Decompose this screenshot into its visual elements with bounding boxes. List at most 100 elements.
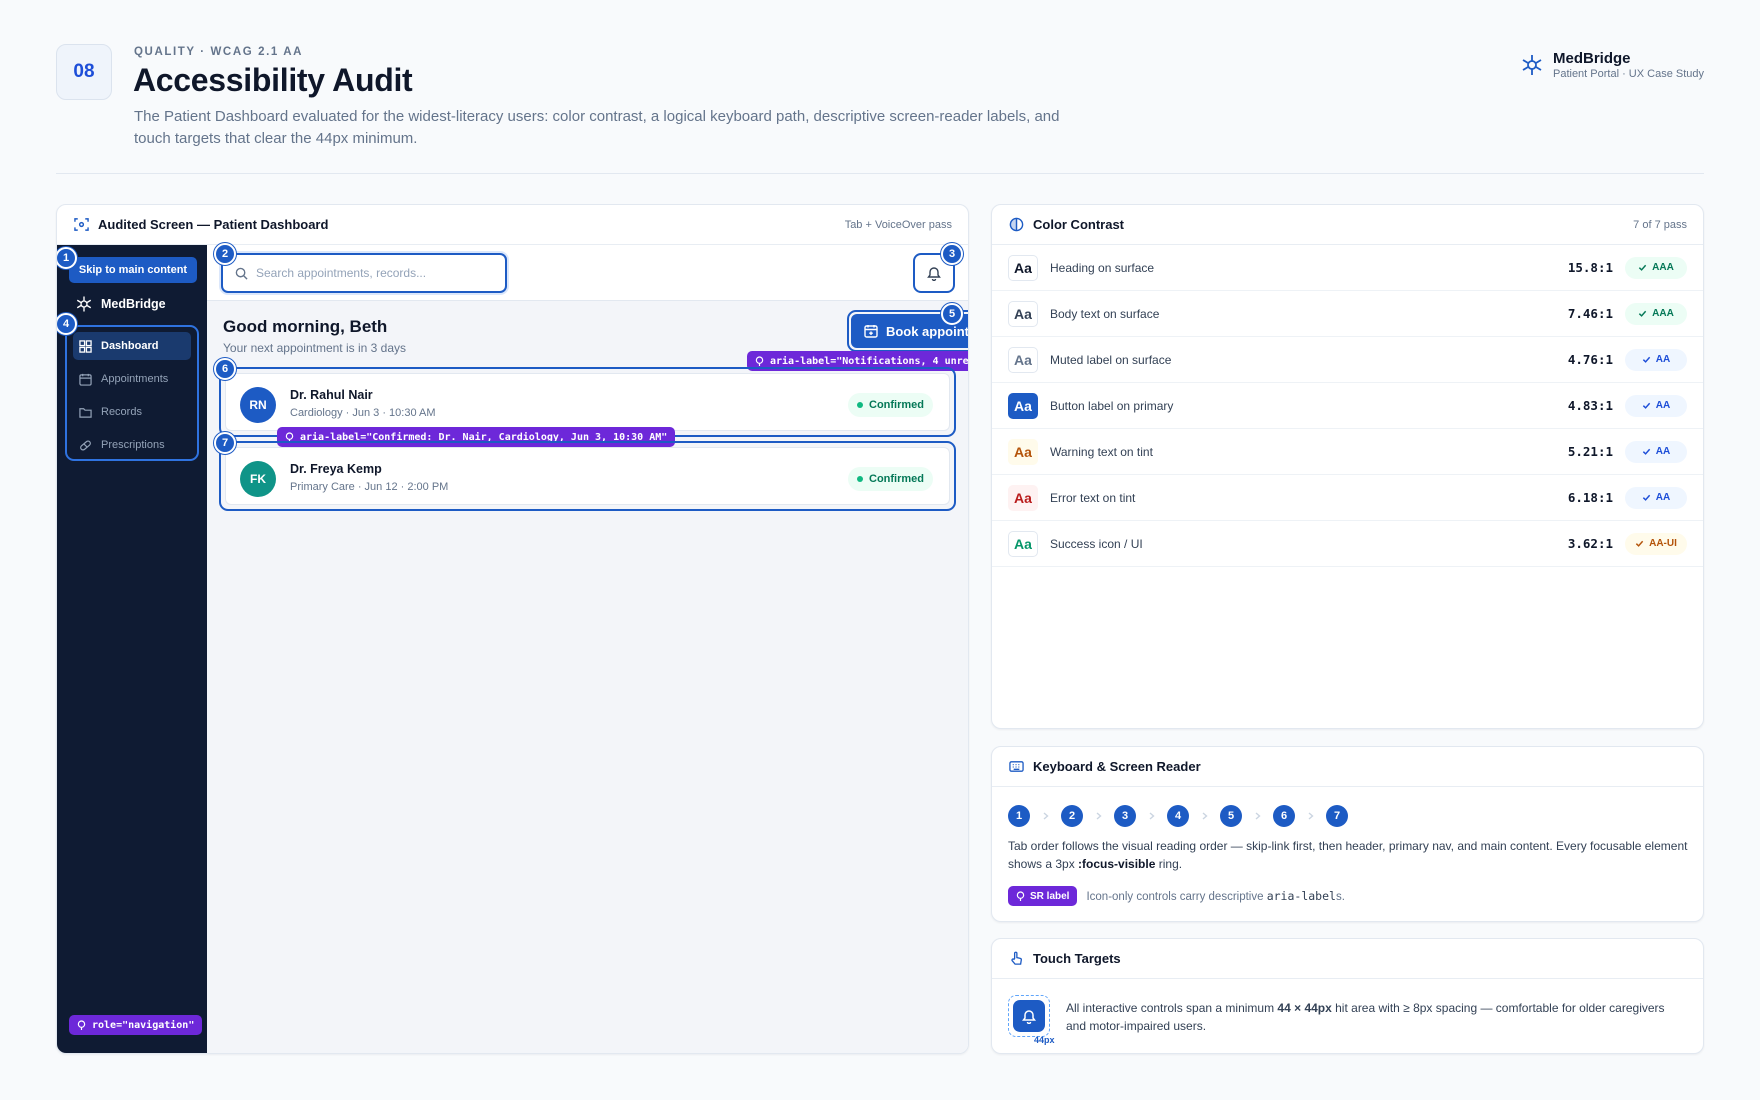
contrast-label: Heading on surface [1050, 260, 1155, 275]
avatar: RN [240, 387, 276, 423]
contrast-label: Error text on tint [1050, 490, 1136, 505]
search-icon [235, 267, 248, 280]
medbridge-logo-icon [76, 296, 92, 312]
tab-step-marker: 2 [214, 243, 236, 265]
touch-target-button [1013, 1000, 1045, 1032]
appointment-card[interactable]: FK Dr. Freya Kemp Primary Care · Jun 12 … [219, 441, 956, 511]
check-icon [1642, 494, 1650, 501]
sidebar-item-records[interactable]: Records [73, 398, 191, 426]
skip-link[interactable]: Skip to main content [69, 257, 197, 283]
card-title: Audited Screen — Patient Dashboard [98, 217, 329, 232]
contrast-row: Aa Success icon / UI 3.62:1 AA-UI [992, 521, 1703, 567]
bell-icon [927, 267, 941, 281]
check-icon [1639, 310, 1647, 317]
avatar: FK [240, 461, 276, 497]
search-placeholder: Search appointments, records... [256, 266, 427, 280]
appointment-card-inner: RN Dr. Rahul Nair Cardiology · Jun 3 · 1… [225, 373, 950, 431]
color-contrast-card: Color Contrast 7 of 7 pass Aa Heading on … [991, 204, 1704, 729]
card-title: Touch Targets [1033, 951, 1121, 966]
tag-icon [1016, 890, 1025, 901]
app-topbar: Search appointments, records... [207, 245, 968, 301]
calendar-icon [79, 373, 92, 386]
tag-icon [77, 1019, 86, 1030]
contrast-ratio: 15.8:1 [1567, 260, 1613, 275]
pill-icon [80, 439, 91, 451]
audited-screen-card: Audited Screen — Patient Dashboard Tab +… [56, 204, 969, 1054]
contrast-row: Aa Error text on tint 6.18:1 AA [992, 475, 1703, 521]
chevron-right-icon [1189, 812, 1220, 820]
primary-nav: Dashboard Appointments Records Prescript… [65, 325, 199, 461]
sidebar-item-appointments[interactable]: Appointments [73, 365, 191, 393]
contrast-ratio: 3.62:1 [1567, 536, 1613, 551]
app-sidebar: Skip to main content MedBridge Dashboard… [57, 245, 207, 1053]
sidebar-item-dashboard[interactable]: Dashboard [73, 332, 191, 360]
appointment-card-inner: FK Dr. Freya Kemp Primary Care · Jun 12 … [225, 447, 950, 505]
check-icon [1642, 448, 1650, 455]
contrast-label: Muted label on surface [1050, 352, 1172, 367]
tab-order-step: 2 [1061, 805, 1083, 827]
contrast-row: Aa Warning text on tint 5.21:1 AA [992, 429, 1703, 475]
chevron-right-icon [1136, 812, 1167, 820]
nav-role-tag: role="navigation" [69, 1015, 203, 1035]
tab-step-marker: 3 [941, 243, 963, 265]
calendar-plus-icon [864, 325, 878, 338]
wcag-level-badge: AA-UI [1625, 532, 1687, 555]
tab-step-marker: 1 [57, 247, 77, 269]
scan-eye-icon [73, 217, 89, 233]
wcag-level-badge: AA [1625, 348, 1687, 371]
tab-order-description: Tab order follows the visual reading ord… [1008, 839, 1688, 871]
app-main: Search appointments, records... Good mor… [207, 245, 968, 1053]
status-badge: Confirmed [848, 467, 933, 491]
greeting-subtitle: Your next appointment is in 3 days [223, 341, 407, 355]
contrast-label: Body text on surface [1050, 306, 1160, 321]
contrast-swatch: Aa [1008, 392, 1038, 419]
sr-label-tag: SR label [1008, 886, 1078, 906]
greeting: Good morning, Beth [223, 317, 388, 336]
card-title: Keyboard & Screen Reader [1033, 759, 1201, 774]
card-meta: 7 of 7 pass [1633, 218, 1687, 231]
tab-order-step: 4 [1167, 805, 1189, 827]
sidebar-item-label: Prescriptions [101, 439, 165, 451]
contrast-swatch: Aa [1008, 530, 1038, 557]
contrast-swatch: Aa [1008, 484, 1038, 511]
tab-order-step: 6 [1273, 805, 1295, 827]
check-icon [1635, 540, 1644, 547]
tab-order-sequence: 1 2 3 4 5 6 7 [1008, 805, 1348, 827]
search-input[interactable]: Search appointments, records... [221, 253, 507, 293]
status-dot [857, 476, 863, 482]
contrast-swatch: Aa [1008, 346, 1038, 373]
sr-label-row: SR label Icon-only controls carry descri… [1008, 886, 1345, 906]
section-number: 08 [56, 44, 112, 100]
sidebar-brand: MedBridge [75, 295, 166, 313]
doctor-name: Dr. Rahul Nair [290, 388, 373, 402]
contrast-ratio: 5.21:1 [1567, 444, 1613, 459]
page-description: The Patient Dashboard evaluated for the … [134, 108, 1060, 147]
contrast-label: Success icon / UI [1050, 536, 1143, 551]
check-icon [1642, 356, 1650, 363]
card-header: Keyboard & Screen Reader [992, 747, 1703, 787]
status-dot [857, 402, 863, 408]
contrast-ratio: 6.18:1 [1567, 490, 1613, 505]
grid-icon [79, 339, 92, 353]
status-badge: Confirmed [848, 393, 933, 417]
touch-target-description: All interactive controls span a minimum … [1066, 1001, 1665, 1033]
tab-order-step: 3 [1114, 805, 1136, 827]
keyboard-icon [1008, 759, 1024, 775]
contrast-ratio: 4.83:1 [1567, 398, 1613, 413]
sr-label-description: Icon-only controls carry descriptive ari… [1086, 889, 1345, 903]
contrast-row: Aa Button label on primary 4.83:1 AA [992, 383, 1703, 429]
sidebar-brand-name: MedBridge [101, 297, 166, 311]
wcag-level-badge: AAA [1625, 256, 1687, 279]
sidebar-item-prescriptions[interactable]: Prescriptions [73, 431, 191, 459]
card-header: Audited Screen — Patient Dashboard Tab +… [57, 205, 968, 245]
doctor-name: Dr. Freya Kemp [290, 462, 382, 476]
contrast-ratio: 4.76:1 [1567, 352, 1613, 367]
appointment-detail: Cardiology · Jun 3 · 10:30 AM [290, 407, 436, 419]
touch-target-size-label: 44px [1034, 1035, 1055, 1045]
wcag-level-badge: AA [1625, 440, 1687, 463]
brand-subtitle: Patient Portal · UX Case Study [1552, 68, 1704, 80]
chevron-right-icon [1242, 812, 1273, 820]
sidebar-item-label: Appointments [101, 373, 169, 385]
page-title: Accessibility Audit [133, 62, 413, 98]
appointment-detail: Primary Care · Jun 12 · 2:00 PM [290, 481, 449, 493]
